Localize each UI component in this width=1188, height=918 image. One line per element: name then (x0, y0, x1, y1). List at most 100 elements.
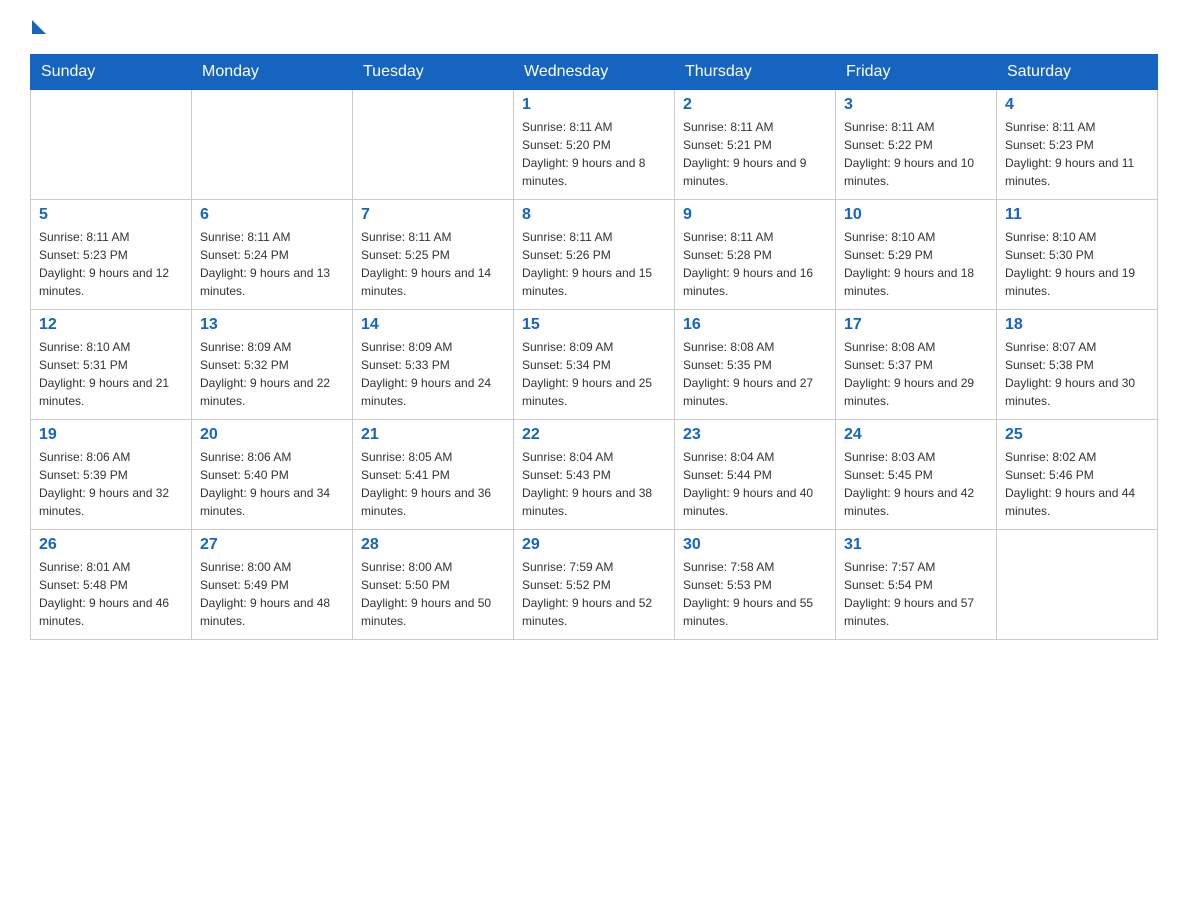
day-number: 16 (683, 316, 827, 334)
weekday-header-friday: Friday (836, 55, 997, 90)
day-number: 27 (200, 536, 344, 554)
day-number: 10 (844, 206, 988, 224)
day-number: 25 (1005, 426, 1149, 444)
day-info: Sunrise: 8:05 AMSunset: 5:41 PMDaylight:… (361, 448, 505, 520)
calendar-cell: 22 Sunrise: 8:04 AMSunset: 5:43 PMDaylig… (514, 420, 675, 530)
calendar-cell: 18 Sunrise: 8:07 AMSunset: 5:38 PMDaylig… (997, 310, 1158, 420)
calendar-cell (31, 90, 192, 200)
calendar-cell: 14 Sunrise: 8:09 AMSunset: 5:33 PMDaylig… (353, 310, 514, 420)
day-number: 13 (200, 316, 344, 334)
calendar-cell: 2 Sunrise: 8:11 AMSunset: 5:21 PMDayligh… (675, 90, 836, 200)
calendar-cell: 17 Sunrise: 8:08 AMSunset: 5:37 PMDaylig… (836, 310, 997, 420)
day-info: Sunrise: 8:11 AMSunset: 5:21 PMDaylight:… (683, 118, 827, 190)
day-info: Sunrise: 8:07 AMSunset: 5:38 PMDaylight:… (1005, 338, 1149, 410)
day-info: Sunrise: 8:00 AMSunset: 5:49 PMDaylight:… (200, 558, 344, 630)
day-info: Sunrise: 8:11 AMSunset: 5:20 PMDaylight:… (522, 118, 666, 190)
day-number: 4 (1005, 96, 1149, 114)
day-info: Sunrise: 8:08 AMSunset: 5:37 PMDaylight:… (844, 338, 988, 410)
day-info: Sunrise: 8:08 AMSunset: 5:35 PMDaylight:… (683, 338, 827, 410)
day-number: 15 (522, 316, 666, 334)
week-row-5: 26 Sunrise: 8:01 AMSunset: 5:48 PMDaylig… (31, 530, 1158, 640)
day-number: 19 (39, 426, 183, 444)
calendar-cell: 1 Sunrise: 8:11 AMSunset: 5:20 PMDayligh… (514, 90, 675, 200)
page-header (30, 20, 1158, 34)
day-number: 21 (361, 426, 505, 444)
day-info: Sunrise: 8:04 AMSunset: 5:43 PMDaylight:… (522, 448, 666, 520)
day-number: 5 (39, 206, 183, 224)
day-number: 7 (361, 206, 505, 224)
calendar-cell: 28 Sunrise: 8:00 AMSunset: 5:50 PMDaylig… (353, 530, 514, 640)
calendar-cell: 30 Sunrise: 7:58 AMSunset: 5:53 PMDaylig… (675, 530, 836, 640)
weekday-header-sunday: Sunday (31, 55, 192, 90)
calendar-cell: 9 Sunrise: 8:11 AMSunset: 5:28 PMDayligh… (675, 200, 836, 310)
day-number: 26 (39, 536, 183, 554)
day-info: Sunrise: 8:11 AMSunset: 5:28 PMDaylight:… (683, 228, 827, 300)
day-number: 20 (200, 426, 344, 444)
weekday-header-wednesday: Wednesday (514, 55, 675, 90)
day-number: 2 (683, 96, 827, 114)
day-info: Sunrise: 8:11 AMSunset: 5:24 PMDaylight:… (200, 228, 344, 300)
day-number: 29 (522, 536, 666, 554)
calendar-cell: 8 Sunrise: 8:11 AMSunset: 5:26 PMDayligh… (514, 200, 675, 310)
weekday-header-thursday: Thursday (675, 55, 836, 90)
day-number: 23 (683, 426, 827, 444)
day-number: 11 (1005, 206, 1149, 224)
calendar-cell: 4 Sunrise: 8:11 AMSunset: 5:23 PMDayligh… (997, 90, 1158, 200)
day-info: Sunrise: 8:11 AMSunset: 5:22 PMDaylight:… (844, 118, 988, 190)
day-number: 3 (844, 96, 988, 114)
day-number: 17 (844, 316, 988, 334)
logo (30, 20, 46, 34)
calendar-cell: 6 Sunrise: 8:11 AMSunset: 5:24 PMDayligh… (192, 200, 353, 310)
calendar-cell (192, 90, 353, 200)
day-info: Sunrise: 8:04 AMSunset: 5:44 PMDaylight:… (683, 448, 827, 520)
weekday-header-saturday: Saturday (997, 55, 1158, 90)
calendar-cell: 13 Sunrise: 8:09 AMSunset: 5:32 PMDaylig… (192, 310, 353, 420)
day-number: 30 (683, 536, 827, 554)
weekday-header-row: SundayMondayTuesdayWednesdayThursdayFrid… (31, 55, 1158, 90)
day-info: Sunrise: 7:58 AMSunset: 5:53 PMDaylight:… (683, 558, 827, 630)
calendar-cell (997, 530, 1158, 640)
calendar-cell: 16 Sunrise: 8:08 AMSunset: 5:35 PMDaylig… (675, 310, 836, 420)
calendar-cell (353, 90, 514, 200)
calendar-cell: 20 Sunrise: 8:06 AMSunset: 5:40 PMDaylig… (192, 420, 353, 530)
day-number: 22 (522, 426, 666, 444)
calendar-cell: 15 Sunrise: 8:09 AMSunset: 5:34 PMDaylig… (514, 310, 675, 420)
day-number: 8 (522, 206, 666, 224)
logo-arrow-icon (32, 20, 46, 34)
day-number: 18 (1005, 316, 1149, 334)
calendar-cell: 19 Sunrise: 8:06 AMSunset: 5:39 PMDaylig… (31, 420, 192, 530)
calendar-cell: 10 Sunrise: 8:10 AMSunset: 5:29 PMDaylig… (836, 200, 997, 310)
weekday-header-tuesday: Tuesday (353, 55, 514, 90)
calendar-cell: 29 Sunrise: 7:59 AMSunset: 5:52 PMDaylig… (514, 530, 675, 640)
week-row-4: 19 Sunrise: 8:06 AMSunset: 5:39 PMDaylig… (31, 420, 1158, 530)
calendar-cell: 24 Sunrise: 8:03 AMSunset: 5:45 PMDaylig… (836, 420, 997, 530)
calendar-cell: 5 Sunrise: 8:11 AMSunset: 5:23 PMDayligh… (31, 200, 192, 310)
day-number: 24 (844, 426, 988, 444)
calendar-cell: 25 Sunrise: 8:02 AMSunset: 5:46 PMDaylig… (997, 420, 1158, 530)
day-info: Sunrise: 8:09 AMSunset: 5:32 PMDaylight:… (200, 338, 344, 410)
day-info: Sunrise: 8:10 AMSunset: 5:29 PMDaylight:… (844, 228, 988, 300)
day-info: Sunrise: 8:06 AMSunset: 5:39 PMDaylight:… (39, 448, 183, 520)
calendar-cell: 3 Sunrise: 8:11 AMSunset: 5:22 PMDayligh… (836, 90, 997, 200)
day-info: Sunrise: 8:06 AMSunset: 5:40 PMDaylight:… (200, 448, 344, 520)
day-number: 12 (39, 316, 183, 334)
calendar-cell: 7 Sunrise: 8:11 AMSunset: 5:25 PMDayligh… (353, 200, 514, 310)
day-info: Sunrise: 8:11 AMSunset: 5:23 PMDaylight:… (1005, 118, 1149, 190)
calendar-cell: 31 Sunrise: 7:57 AMSunset: 5:54 PMDaylig… (836, 530, 997, 640)
week-row-2: 5 Sunrise: 8:11 AMSunset: 5:23 PMDayligh… (31, 200, 1158, 310)
week-row-1: 1 Sunrise: 8:11 AMSunset: 5:20 PMDayligh… (31, 90, 1158, 200)
day-info: Sunrise: 8:11 AMSunset: 5:25 PMDaylight:… (361, 228, 505, 300)
calendar-cell: 26 Sunrise: 8:01 AMSunset: 5:48 PMDaylig… (31, 530, 192, 640)
day-info: Sunrise: 8:09 AMSunset: 5:34 PMDaylight:… (522, 338, 666, 410)
day-info: Sunrise: 8:10 AMSunset: 5:30 PMDaylight:… (1005, 228, 1149, 300)
calendar-cell: 23 Sunrise: 8:04 AMSunset: 5:44 PMDaylig… (675, 420, 836, 530)
calendar-cell: 21 Sunrise: 8:05 AMSunset: 5:41 PMDaylig… (353, 420, 514, 530)
day-info: Sunrise: 8:03 AMSunset: 5:45 PMDaylight:… (844, 448, 988, 520)
day-info: Sunrise: 8:00 AMSunset: 5:50 PMDaylight:… (361, 558, 505, 630)
calendar-cell: 27 Sunrise: 8:00 AMSunset: 5:49 PMDaylig… (192, 530, 353, 640)
day-number: 9 (683, 206, 827, 224)
day-info: Sunrise: 8:02 AMSunset: 5:46 PMDaylight:… (1005, 448, 1149, 520)
day-number: 31 (844, 536, 988, 554)
week-row-3: 12 Sunrise: 8:10 AMSunset: 5:31 PMDaylig… (31, 310, 1158, 420)
day-info: Sunrise: 8:01 AMSunset: 5:48 PMDaylight:… (39, 558, 183, 630)
